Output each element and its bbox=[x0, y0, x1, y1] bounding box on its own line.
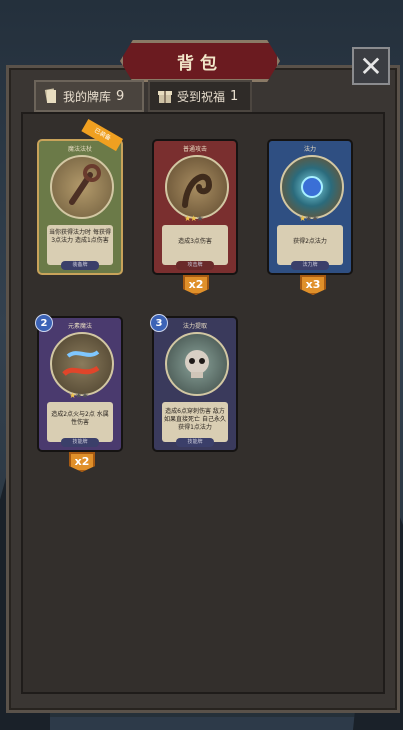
card-mana-extract[interactable]: 法力提取 造成6点穿刺伤害 敌方如果直接死亡 自己永久获得1点法力 技能牌 3 bbox=[150, 314, 238, 452]
card-tag: 装备牌 bbox=[61, 261, 99, 270]
card-tag: 技能牌 bbox=[176, 438, 214, 447]
card-tag: 攻击牌 bbox=[176, 261, 214, 270]
card-desc: 造成2点火与2点 水属性伤害 bbox=[51, 411, 109, 426]
cards-icon bbox=[44, 88, 58, 104]
close-icon: ✕ bbox=[359, 49, 383, 83]
mana-orb-icon bbox=[280, 155, 344, 219]
close-button[interactable]: ✕ bbox=[352, 47, 390, 85]
card-tag: 法力牌 bbox=[291, 261, 329, 270]
tab-my-deck[interactable]: 我的牌库 9 bbox=[34, 80, 144, 112]
card-magic-staff[interactable]: 魔法法杖 当你获得法力时 每获得3点法力 造成1点伤害 装备牌 已装备 bbox=[37, 119, 123, 275]
tab-blessings-count: 1 bbox=[230, 88, 239, 104]
skull-art-icon bbox=[165, 332, 229, 396]
title-plate: 背包 bbox=[120, 40, 280, 82]
mana-cost: 2 bbox=[35, 314, 53, 332]
card-mana[interactable]: 法力 ★★★ 获得2点法力 法力牌 bbox=[267, 139, 353, 275]
card-element-magic[interactable]: 元素魔法 ★★★ 造成2点火与2点 水属性伤害 技能牌 2 bbox=[35, 314, 123, 452]
gift-icon bbox=[158, 88, 172, 104]
card-tag: 技能牌 bbox=[61, 438, 99, 447]
tab-my-deck-count: 9 bbox=[116, 88, 125, 104]
star-rating: ★★★ bbox=[69, 391, 89, 400]
card-name: 普通攻击 bbox=[182, 146, 207, 153]
star-rating: ★★★ bbox=[299, 214, 319, 223]
card-desc: 当你获得法力时 每获得3点法力 造成1点伤害 bbox=[49, 229, 111, 244]
tab-blessings[interactable]: 受到祝福 1 bbox=[148, 80, 252, 112]
horn-art-icon bbox=[165, 155, 229, 219]
fire-water-art-icon bbox=[50, 332, 114, 396]
page-title: 背包 bbox=[177, 53, 223, 74]
tab-blessings-label: 受到祝福 bbox=[177, 89, 226, 104]
tab-my-deck-label: 我的牌库 bbox=[63, 89, 112, 104]
card-normal-attack[interactable]: 普通攻击 ★★★ 造成3点伤害 攻击牌 bbox=[152, 139, 238, 275]
card-desc: 造成6点穿刺伤害 敌方如果直接死亡 自己永久获得1点法力 bbox=[164, 408, 226, 431]
mana-cost: 3 bbox=[150, 314, 168, 332]
card-desc: 造成3点伤害 bbox=[178, 238, 212, 245]
star-rating: ★★★ bbox=[184, 214, 204, 223]
card-name: 法力 bbox=[303, 146, 316, 153]
staff-art-icon bbox=[50, 155, 114, 219]
card-desc: 获得2点法力 bbox=[293, 238, 327, 245]
